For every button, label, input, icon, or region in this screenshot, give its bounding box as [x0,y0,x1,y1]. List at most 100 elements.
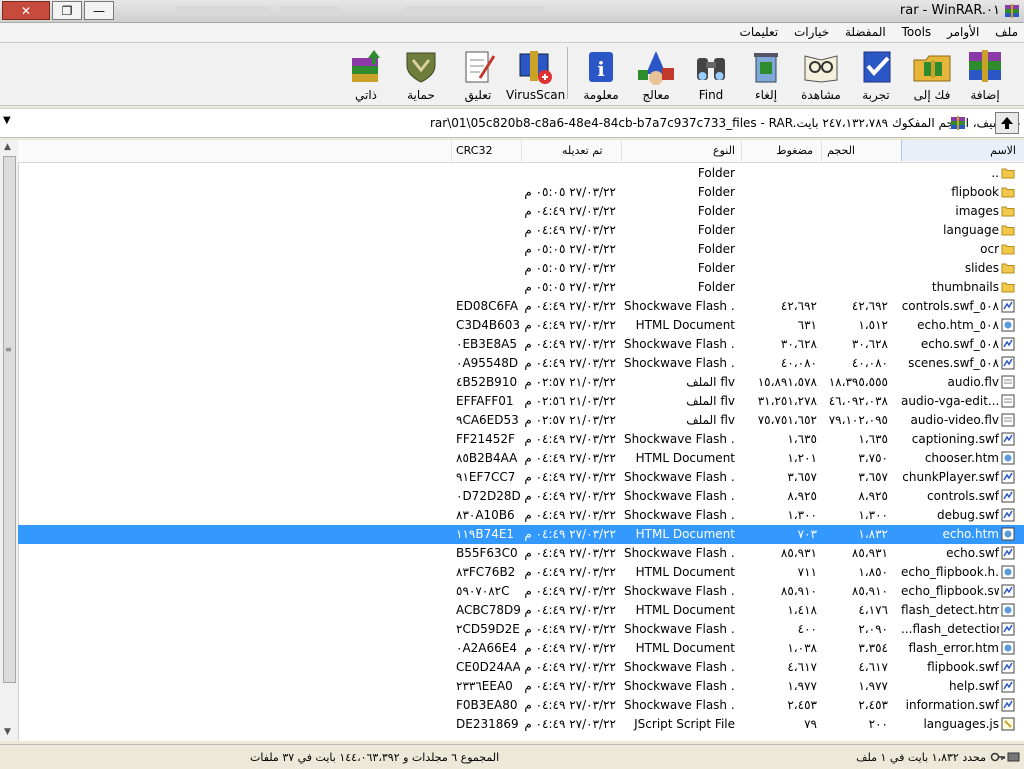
file-row[interactable]: .. Folder [18,164,1024,183]
sfx-button[interactable]: ذاتي [338,45,394,102]
test-button[interactable]: تجربة [848,45,904,102]
wizard-button[interactable]: معالج [628,45,684,102]
file-row[interactable]: ocr Folder ٢٧/٠٣/٢٢ ٠٥:٠٥ م [18,240,1024,259]
view-button[interactable]: مشاهدة [793,45,849,102]
generic-file-icon [1001,413,1015,427]
file-row[interactable]: echo.htm ١،٨٣٢ ٧٠٣ HTML Document ٢٧/٠٣/٢٢ ٠٤… [18,525,1024,544]
file-row[interactable]: images Folder ٢٧/٠٣/٢٢ ٠٤:٤٩ م [18,202,1024,221]
file-type: الملف flv [686,375,735,389]
restore-icon: ❐ [61,3,73,18]
file-modified: ٢٧/٠٣/٢٢ ٠٤:٤٩ م [524,337,616,351]
up-folder-button[interactable] [995,112,1019,134]
file-row[interactable]: languages.js ٢٠٠ ٧٩ JScript Script File ٢٧/٠… [18,715,1024,734]
file-size: ١،٦٣٥ [858,432,888,446]
file-row[interactable]: help.swf ١،٩٧٧ ١،٩٧٧ Shockwave Flash ... ٢٧/… [18,677,1024,696]
file-row[interactable]: flipbook Folder ٢٧/٠٣/٢٢ ٠٥:٠٥ م [18,183,1024,202]
file-modified: ٢٧/٠٣/٢٢ ٠٤:٤٩ م [524,641,616,655]
file-name: help.swf [948,679,999,693]
file-row[interactable]: echo.swf ٨٥،٩٣١ ٨٥،٩٣١ Shockwave Flash ... ٢… [18,544,1024,563]
file-crc: DE231869 [456,717,519,731]
file-row[interactable]: information.swf ٢،٤٥٣ ٢،٤٥٣ Shockwave Flash… [18,696,1024,715]
file-size: ١٨،٣٩٥،٥٥٥ [828,375,888,389]
file-name: information.swf [905,698,999,712]
add-button[interactable]: إضافة [957,45,1013,102]
file-row[interactable]: debug.swf ١،٣٠٠ ١،٣٠٠ Shockwave Flash ... ٢٧… [18,506,1024,525]
file-row[interactable]: audio-vga-edit... ٤٦،٠٩٢،٠٣٨ ٣١،٢٥١،٢٧٨ الم… [18,392,1024,411]
column-header-name[interactable]: الاسم [901,140,1024,161]
scroll-down-arrow[interactable]: ▼ [4,727,11,737]
column-header-crc[interactable]: CRC32 [451,140,521,161]
scrollbar-thumb[interactable] [3,156,16,683]
file-row[interactable]: controls.swf_٥٠٨ ٤٢،٦٩٢ ٤٢،٦٩٢ Shockwave Fl… [18,297,1024,316]
file-row[interactable]: echo.htm_٥٠٨ ١،٥١٢ ٦٣١ HTML Document ٢٧/٠٣/٢… [18,316,1024,335]
file-type: HTML Document [635,603,735,617]
file-row[interactable]: captioning.swf ١،٦٣٥ ١،٦٣٥ Shockwave Flash … [18,430,1024,449]
address-dropdown-arrow[interactable]: ▼ [3,115,11,126]
file-modified: ٢٧/٠٣/٢٢ ٠٤:٤٩ م [524,717,616,731]
delete-button[interactable]: إلغاء [738,45,794,102]
scroll-up-arrow[interactable]: ▲ [4,142,11,152]
file-row[interactable]: chooser.htm ٣،٧٥٠ ١،٢٠١ HTML Document ٢٧/٠٣/… [18,449,1024,468]
file-name: controls.swf_٥٠٨ [901,299,999,313]
file-row[interactable]: audio.flv ١٨،٣٩٥،٥٥٥ ١٥،٨٩١،٥٧٨ الملف flv ٢١… [18,373,1024,392]
menu-favorites[interactable]: المفضلة [839,23,892,39]
file-size: ١،٣٠٠ [858,508,888,522]
column-header-modified[interactable]: تم تعديله [521,140,621,161]
file-name: echo_flipbook.h... [901,565,999,579]
file-row[interactable]: echo.swf_٥٠٨ ٣٠،٦٢٨ ٣٠،٦٢٨ Shockwave Flash … [18,335,1024,354]
menu-file[interactable]: ملف [989,23,1024,39]
file-packed-size: ٣،٦٥٧ [787,470,817,484]
close-button[interactable]: ✕ [2,1,50,20]
menu-help[interactable]: تعليمات [734,23,785,39]
file-row[interactable]: slides Folder ٢٧/٠٣/٢٢ ٠٥:٠٥ م [18,259,1024,278]
file-row[interactable]: audio-video.flv ٧٩،١٠٢،٠٩٥ ٧٥،٧٥١،٦٥٢ الملف… [18,411,1024,430]
menu-options[interactable]: خيارات [788,23,835,39]
find-button[interactable]: Find [683,45,739,102]
file-crc: ٢٣٣٦EEA0 [456,679,513,693]
file-type: Folder [697,223,735,237]
file-size: ٤٢،٦٩٢ [851,299,888,313]
file-row[interactable]: flash_error.htm ٣،٣٥٤ ١،٠٣٨ HTML Document ٢٧… [18,639,1024,658]
column-header-size[interactable]: الحجم [821,140,901,161]
file-row[interactable]: echo_flipbook.h... ١،٨٥٠ ٧١١ HTML Document ٢… [18,563,1024,582]
vertical-scrollbar[interactable]: ▲ ≡ ▼ [0,140,19,741]
file-row[interactable]: echo_flipbook.swf ٨٥،٩١٠ ٨٥،٩١٠ Shockwave F… [18,582,1024,601]
column-header-type[interactable]: النوع [621,140,741,161]
file-packed-size: ٧٠٣ [797,527,817,541]
file-type: Folder [697,185,735,199]
file-size [824,278,888,297]
file-row[interactable]: chunkPlayer.swf ٣،٦٥٧ ٣،٦٥٧ Shockwave Flash… [18,468,1024,487]
file-rows: .. Folder flipbook Folder ٢٧/٠٣/٢٢ ٠٥:٠٥ م im… [18,164,1024,734]
info-button[interactable]: i معلومة [573,45,629,102]
file-row[interactable]: flipbook.swf ٤،٦١٧ ٤،٦١٧ Shockwave Flash ..… [18,658,1024,677]
extract-to-button[interactable]: فك إلى [904,45,960,102]
address-path[interactable]: rar\01\05c820b8-c8a6-48e4-84cb-b7a7c937c… [430,116,1024,130]
file-row[interactable]: scenes.swf_٥٠٨ ٤٠،٠٨٠ ٤٠،٠٨٠ Shockwave Flas… [18,354,1024,373]
menu-tools[interactable]: Tools [896,23,938,39]
file-type: Shockwave Flash ... [624,299,735,313]
file-row[interactable]: flash_detect.htm ٤،١٧٦ ١،٤١٨ HTML Document ٢… [18,601,1024,620]
file-size [824,164,888,183]
file-size: ٣،٦٥٧ [858,470,888,484]
column-header-packed[interactable]: مضغوط [741,140,821,161]
flash-file-icon [1001,470,1015,484]
file-row[interactable]: ...flash_detection ٢،٠٩٠ ٤٠٠ Shockwave Flas… [18,620,1024,639]
comment-button[interactable]: تعليق [450,45,506,102]
folder-icon [1001,223,1015,237]
file-row[interactable]: thumbnails Folder ٢٧/٠٣/٢٢ ٠٥:٠٥ م [18,278,1024,297]
virusscan-button[interactable]: VirusScan [506,45,565,102]
folder-icon [1001,242,1015,256]
column-header: الاسم الحجم مضغوط النوع تم تعديله CRC32 [18,140,1024,163]
maximize-button[interactable]: ❐ [52,1,82,20]
file-row[interactable]: controls.swf ٨،٩٢٥ ٨،٩٢٥ Shockwave Flash ..… [18,487,1024,506]
minimize-button[interactable]: — [84,1,114,20]
file-size: ١،٨٣٢ [858,527,888,541]
file-type: Shockwave Flash ... [624,660,735,674]
file-row[interactable]: language Folder ٢٧/٠٣/٢٢ ٠٤:٤٩ م [18,221,1024,240]
menu-commands[interactable]: الأوامر [941,23,985,39]
protect-button[interactable]: حماية [393,45,449,102]
file-name: images [955,204,999,218]
file-crc [456,278,520,297]
file-modified: ٢٧/٠٣/٢٢ ٠٤:٤٩ م [524,318,616,332]
file-modified: ٢٧/٠٣/٢٢ ٠٤:٤٩ م [524,489,616,503]
